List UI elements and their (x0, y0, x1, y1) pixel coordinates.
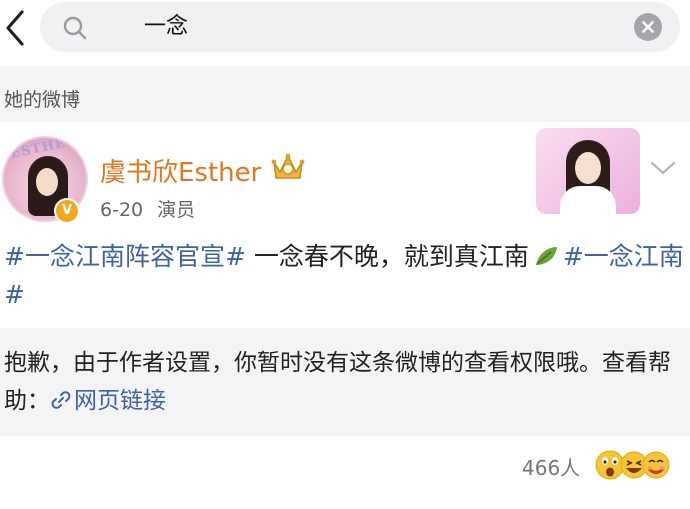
notice-text-block: 抱歉，由于作者设置，你暂时没有这条微博的查看权限哦。查看帮助： 网页链接 (4, 344, 684, 420)
post-text: #一念江南阵容官宣# 一念春不晚，就到真江南 #一念江南# (4, 238, 686, 314)
search-query[interactable]: 一念 (144, 13, 188, 41)
user-name[interactable]: 虞书欣Esther (100, 152, 261, 189)
topic-tag-1[interactable]: #一念江南阵容官宣# (4, 242, 246, 271)
search-icon (63, 16, 87, 40)
leaf-icon (535, 247, 557, 265)
reaction-count[interactable]: 466人 (522, 452, 580, 481)
emoji-reactions-icon[interactable] (592, 448, 672, 482)
web-link[interactable]: 网页链接 (50, 388, 166, 414)
post-meta: 6-20 演员 (100, 195, 195, 222)
cover-image[interactable] (536, 128, 640, 214)
top-bar: 一念 (0, 0, 690, 64)
link-icon (51, 391, 71, 409)
permission-notice: 抱歉，由于作者设置，你暂时没有这条微博的查看权限哦。查看帮助： 网页链接 (0, 328, 690, 436)
clear-icon[interactable] (634, 13, 662, 41)
post-body: 一念春不晚，就到真江南 (245, 242, 529, 271)
search-bar[interactable]: 一念 (40, 2, 680, 52)
cover-body (560, 186, 616, 214)
avatar-face (36, 168, 58, 196)
post-card[interactable]: ESTHER V 虞书欣Esther 6-20 演员 #一念江南阵容官宣# 一念春… (0, 122, 690, 509)
post-date: 6-20 (100, 199, 144, 221)
verified-badge: V (54, 198, 80, 224)
chevron-down-icon[interactable] (650, 160, 676, 176)
crown-badge-icon (271, 153, 305, 179)
back-arrow-icon[interactable] (2, 8, 32, 48)
section-header: 她的微博 (0, 66, 690, 122)
section-label: 她的微博 (4, 89, 81, 111)
web-link-label[interactable]: 网页链接 (74, 388, 166, 414)
user-role: 演员 (157, 199, 196, 221)
cover-face (575, 152, 601, 184)
